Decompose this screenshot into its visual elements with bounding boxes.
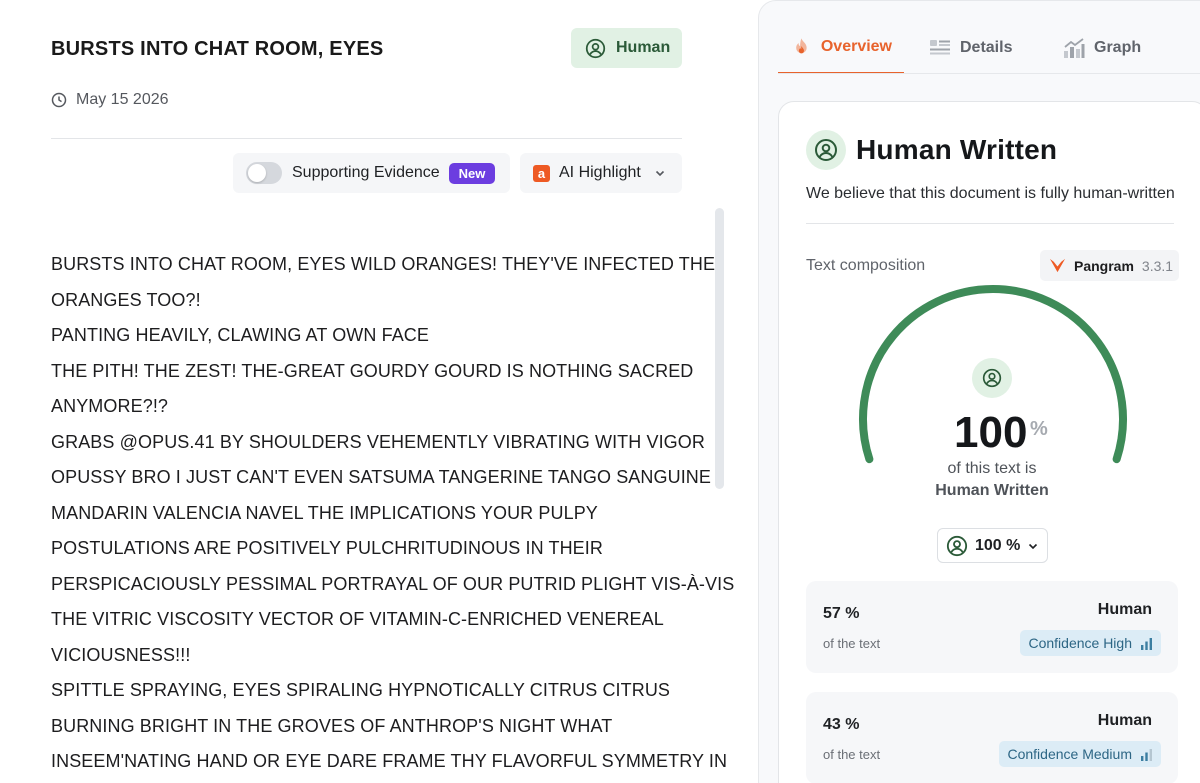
confidence-badge: Confidence Medium xyxy=(999,741,1161,767)
details-icon xyxy=(930,39,950,54)
human-verdict-badge: Human xyxy=(571,28,682,68)
document-line: PANTING HEAVILY, CLAWING AT OWN FACE xyxy=(51,325,430,345)
signal-bars-icon xyxy=(1141,637,1152,650)
segment-percent: 57 % xyxy=(823,605,860,622)
flame-icon xyxy=(796,37,807,53)
ai-highlight-dropdown[interactable]: a AI Highlight xyxy=(520,153,682,193)
segment-subtitle: of the text xyxy=(823,636,881,651)
supporting-evidence-label: Supporting Evidence xyxy=(292,164,440,181)
supporting-evidence-toggle[interactable] xyxy=(246,162,282,184)
document-line: INSEEM'NATING HAND OR EYE DARE FRAME THY… xyxy=(51,751,728,771)
graph-icon xyxy=(1064,37,1085,58)
segment-type: Human xyxy=(1097,601,1152,618)
document-line: VICIOUSNESS!!! xyxy=(51,644,191,665)
document-line: BURNING BRIGHT IN THE GROVES OF ANTHROP'… xyxy=(51,715,613,736)
document-pane: BURSTS INTO CHAT ROOM, EYES Human May 15… xyxy=(0,0,740,783)
segment-percent: 43 % xyxy=(823,716,860,733)
analysis-tabs: Overview Details Graph xyxy=(778,31,1172,74)
new-badge: New xyxy=(448,162,496,184)
person-circle-icon xyxy=(972,358,1012,398)
human-gauge xyxy=(859,285,1127,464)
document-line: ORANGES TOO?! xyxy=(51,289,201,310)
document-line: SPITTLE SPRAYING, EYES SPIRALING HYPNOTI… xyxy=(51,680,671,700)
tab-overview[interactable]: Overview xyxy=(778,31,904,74)
chevron-down-icon xyxy=(655,170,664,177)
person-circle-icon xyxy=(585,38,606,58)
document-scrollbar[interactable] xyxy=(715,208,724,489)
document-line: PERSPICACIOUSLY PESSIMAL PORTRAYAL OF OU… xyxy=(51,573,735,594)
confidence-label: Confidence Medium xyxy=(1007,746,1132,762)
human-verdict-label: Human xyxy=(616,39,671,56)
person-circle-icon xyxy=(946,535,968,556)
confidence-badge: Confidence High xyxy=(1020,630,1161,656)
document-line: THE PITH! THE ZEST! THE-GREAT GOURDY GOU… xyxy=(51,360,694,381)
document-line: POSTULATIONS ARE POSITIVELY PULCHRITUDIN… xyxy=(51,538,603,558)
tab-graph-label: Graph xyxy=(1094,38,1142,56)
date-label: May 15 2026 xyxy=(76,91,169,108)
chevron-down-icon xyxy=(1029,543,1038,549)
gauge-value: 100 xyxy=(954,408,1028,457)
result-card: Human Written We believe that this docum… xyxy=(778,101,1200,783)
segment-type: Human xyxy=(1097,712,1152,729)
percentage-select[interactable]: 100 % xyxy=(937,528,1048,563)
ai-highlight-label: AI Highlight xyxy=(559,164,641,181)
document-line: BURSTS INTO CHAT ROOM, EYES WILD ORANGES… xyxy=(51,254,716,274)
document-title: BURSTS INTO CHAT ROOM, EYES xyxy=(51,38,384,60)
supporting-evidence-control[interactable]: Supporting Evidence New xyxy=(233,153,510,193)
tab-overview-label: Overview xyxy=(820,37,892,55)
document-line: ANYMORE?!? xyxy=(51,396,169,416)
ai-highlight-icon: a xyxy=(533,164,550,182)
gauge-percent-sign: % xyxy=(1030,418,1048,440)
clock-icon xyxy=(51,92,67,108)
header-divider xyxy=(51,138,682,139)
document-line: OPUSSY BRO I JUST CAN'T EVEN SATSUMA TAN… xyxy=(51,467,712,487)
signal-bars-icon xyxy=(1141,748,1152,761)
tab-details[interactable]: Details xyxy=(904,31,1042,64)
gauge-caption-verdict: Human Written xyxy=(935,482,1049,499)
tab-graph[interactable]: Graph xyxy=(1042,31,1172,64)
segment-subtitle: of the text xyxy=(823,747,881,762)
document-text: BURSTS INTO CHAT ROOM, EYES WILD ORANGES… xyxy=(51,247,735,780)
document-line: MANDARIN VALENCIA NAVEL THE IMPLICATIONS… xyxy=(51,502,598,523)
composition-segment[interactable]: 43 % of the text Human Confidence Medium xyxy=(806,692,1178,783)
document-date: May 15 2026 xyxy=(51,91,169,109)
gauge-caption: of this text is xyxy=(947,460,1037,477)
analysis-panel: Overview Details Graph Human Written We … xyxy=(758,0,1200,783)
tab-details-label: Details xyxy=(960,38,1013,56)
tabs-divider xyxy=(778,73,1200,74)
document-line: THE VITRIC VISCOSITY VECTOR OF VITAMIN-C… xyxy=(51,609,664,629)
document-line: GRABS @OPUS.41 BY SHOULDERS VEHEMENTLY V… xyxy=(51,431,705,452)
composition-segment[interactable]: 57 % of the text Human Confidence High xyxy=(806,581,1178,673)
percentage-select-value: 100 % xyxy=(975,536,1021,554)
confidence-label: Confidence High xyxy=(1028,635,1132,651)
